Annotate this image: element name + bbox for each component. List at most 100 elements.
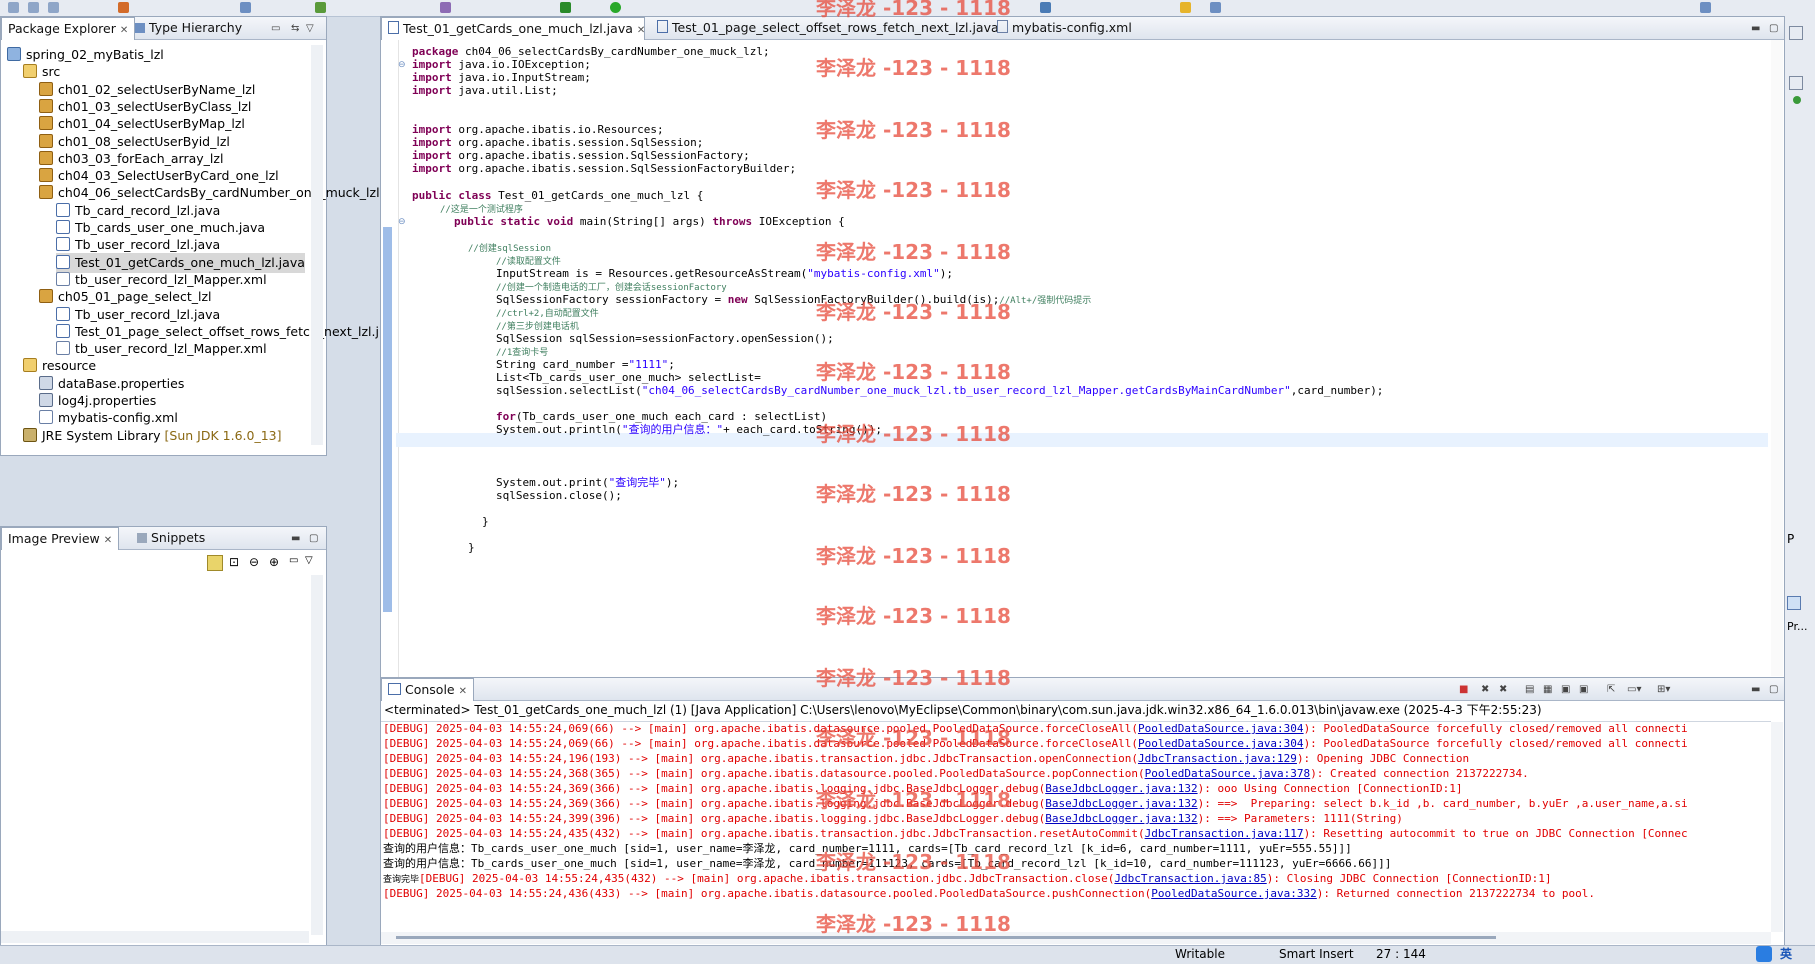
server-icon[interactable] [118,2,129,13]
link-editor-icon[interactable]: ⇆ [291,23,299,34]
tab-console[interactable]: Console ✕ [381,678,475,701]
console-link[interactable]: JdbcTransaction.java:85 [1114,872,1266,885]
code-line[interactable]: //创建sqlSession [468,241,551,254]
code-line[interactable]: import java.util.List; [412,84,558,97]
code-line[interactable]: } [468,541,475,554]
outline-icon[interactable] [1789,76,1803,90]
console-link[interactable]: BaseJdbcLogger.java:132 [1045,812,1197,825]
code-line[interactable]: import org.apache.ibatis.session.SqlSess… [412,149,750,162]
minimize-icon[interactable]: ▬ [1751,23,1760,34]
search-icon[interactable] [1040,2,1051,13]
code-line[interactable]: import java.io.InputStream; [412,71,591,84]
code-line[interactable]: //这是一个测试程序 [440,202,523,215]
code-line[interactable]: //1查询卡号 [496,345,548,358]
clear-console-icon[interactable]: ▤ [1525,684,1534,695]
remove-all-icon[interactable]: ✖ [1499,684,1507,695]
maximize-icon[interactable]: ▢ [1769,23,1778,34]
run-icon[interactable] [560,2,571,13]
console-link[interactable]: BaseJdbcLogger.java:132 [1045,797,1197,810]
code-line[interactable]: import org.apache.ibatis.session.SqlSess… [412,136,703,149]
code-line[interactable]: for(Tb_cards_user_one_much each_card : s… [496,410,827,423]
code-line[interactable]: List<Tb_cards_user_one_much> selectList= [496,371,761,384]
console-link[interactable]: JdbcTransaction.java:129 [1138,752,1297,765]
code-line[interactable]: //创建一个制造电话的工厂，创建会话sessionFactory [496,280,727,293]
code-line[interactable]: InputStream is = Resources.getResourceAs… [496,267,953,280]
console-link[interactable]: PooledDataSource.java:378 [1145,767,1311,780]
pin-console-icon[interactable]: ⇱ [1607,684,1615,695]
build-icon[interactable] [240,2,251,13]
minimize-icon[interactable]: ▬ [291,533,300,544]
preview-scrollbar[interactable] [311,575,323,935]
console-link[interactable]: BaseJdbcLogger.java:132 [1045,782,1197,795]
restore-icon[interactable] [1789,26,1803,40]
close-icon[interactable]: ✕ [637,25,645,36]
console-link[interactable]: PooledDataSource.java:304 [1138,737,1304,750]
close-icon[interactable]: ✕ [459,686,467,697]
show-stdout-icon[interactable]: ▣ [1561,684,1570,695]
run-as-icon[interactable] [610,2,621,13]
zoom-out-icon[interactable]: ⊖ [249,555,259,569]
display-console-icon[interactable]: ▭▾ [1627,684,1641,695]
properties-icon[interactable] [1787,596,1801,610]
code-line[interactable]: //读取配置文件 [496,254,561,267]
fold-icon[interactable]: ⊖ [398,217,406,227]
debug-icon[interactable] [315,2,326,13]
collapse-all-icon[interactable]: ▭ [271,23,280,34]
preview-hscrollbar[interactable] [1,931,309,943]
maximize-icon[interactable]: ▢ [309,533,318,544]
terminate-icon[interactable]: ■ [1459,684,1468,695]
minimize-icon[interactable]: ▬ [1751,684,1760,695]
tree-item[interactable]: JRE System Library [Sun JDK 1.6.0_13] [23,426,282,446]
console-hscrollbar[interactable] [381,932,1771,944]
maximize-icon[interactable]: ▢ [1769,684,1778,695]
tab-editor-mybatis-config[interactable]: mybatis-config.xml [991,17,1138,39]
sync-icon[interactable] [207,555,223,571]
console-link[interactable]: JdbcTransaction.java:117 [1145,827,1304,840]
zoom-fit-icon[interactable]: ⊡ [229,555,239,569]
code-line[interactable]: } [482,515,489,528]
profile-icon[interactable] [440,2,451,13]
code-line[interactable]: System.out.print("查询完毕"); [496,476,679,489]
console-link[interactable]: PooledDataSource.java:304 [1138,722,1304,735]
save-all-icon[interactable] [48,2,59,13]
tab-package-explorer[interactable]: Package Explorer ✕ [1,17,136,40]
remove-launch-icon[interactable]: ✖ [1481,684,1489,695]
code-line[interactable]: String card_number ="1111"; [496,358,675,371]
scroll-lock-icon[interactable]: ▦ [1543,684,1552,695]
code-line[interactable]: //ctrl+2,自动配置文件 [496,306,599,319]
perspective-icon[interactable] [1700,2,1711,13]
code-line[interactable]: //第三步创建电话机 [496,319,579,332]
tab-type-hierarchy[interactable]: Type Hierarchy [129,17,248,39]
code-line[interactable]: import java.io.IOException; [412,58,591,71]
editor-overview-ruler[interactable] [1771,40,1783,676]
code-line[interactable]: sqlSession.selectList("ch04_06_selectCar… [496,384,1383,397]
back-icon[interactable] [1210,2,1221,13]
save-icon[interactable] [28,2,39,13]
code-line[interactable]: import org.apache.ibatis.io.Resources; [412,123,664,136]
actual-size-icon[interactable]: ▭ [289,555,298,566]
open-console-icon[interactable]: ⊞▾ [1657,684,1670,695]
code-line[interactable]: SqlSession sqlSession=sessionFactory.ope… [496,332,834,345]
open-type-icon[interactable] [1180,2,1191,13]
code-line[interactable]: import org.apache.ibatis.session.SqlSess… [412,162,796,175]
close-icon[interactable]: ✕ [120,25,128,36]
code-line[interactable]: public class Test_01_getCards_one_much_l… [412,189,703,202]
ime-logo-icon[interactable] [1756,946,1772,962]
code-line[interactable]: public static void main(String[] args) t… [454,215,845,228]
code-line[interactable]: sqlSession.close(); [496,489,622,502]
tab-image-preview[interactable]: Image Preview ✕ [1,527,120,550]
close-icon[interactable]: ✕ [104,535,112,546]
code-line[interactable]: package ch04_06_selectCardsBy_cardNumber… [412,45,770,58]
view-menu-icon[interactable]: ▽ [306,23,314,34]
tree-scrollbar[interactable] [311,45,323,445]
view-menu-icon[interactable]: ▽ [305,555,313,566]
show-stderr-icon[interactable]: ▣ [1579,684,1588,695]
console-link[interactable]: PooledDataSource.java:332 [1151,887,1317,900]
ime-language[interactable]: 英 [1780,946,1792,963]
console-scrollbar[interactable] [1771,722,1783,932]
new-icon[interactable] [8,2,19,13]
tab-snippets[interactable]: Snippets [131,527,211,549]
tab-editor-test-01-getcards[interactable]: Test_01_getCards_one_much_lzl.java ✕ [381,17,645,40]
zoom-in-icon[interactable]: ⊕ [269,555,279,569]
fold-icon[interactable]: ⊖ [398,60,406,70]
